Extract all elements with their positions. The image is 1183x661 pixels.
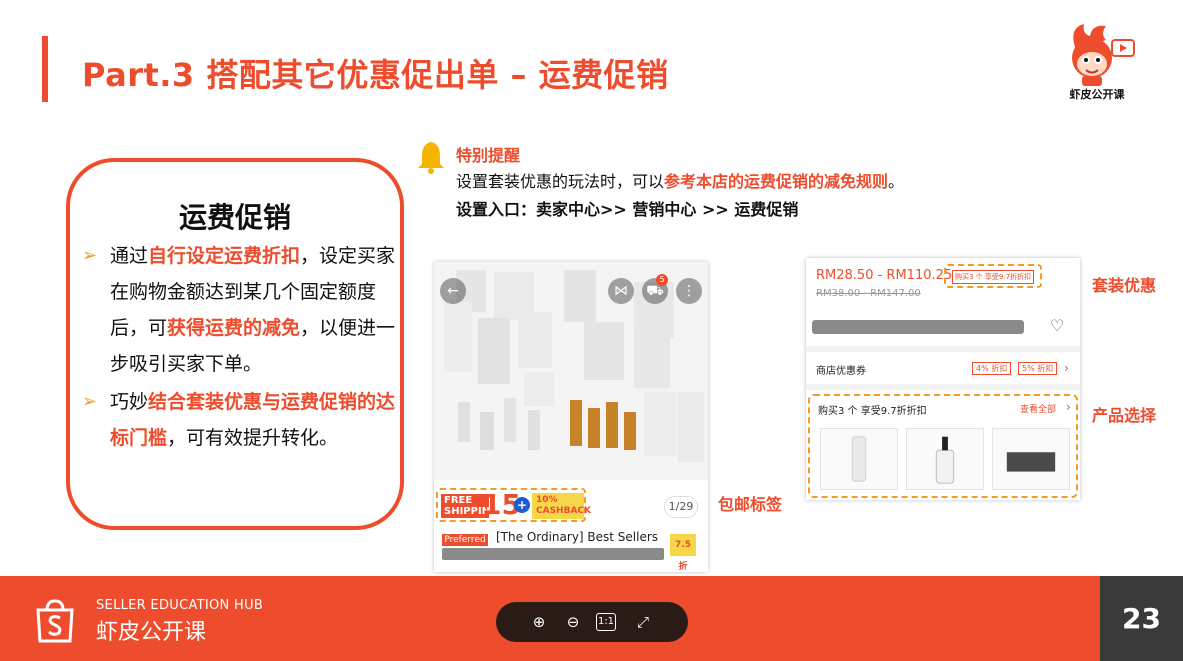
discount-tag: 7.5 折 <box>670 534 696 572</box>
viewer-toolbar: ⊕ ⊖ 1:1 ⤢ <box>496 602 688 642</box>
bundle-page-screenshot: RM28.50 - RM110.25 RM38.00 - RM147.00 购买… <box>806 258 1080 500</box>
bundle-discount-tag: 购买3 个 享受9.7折折扣 <box>952 270 1035 284</box>
bundle-description: 购买3 个 享受9.7折折扣 <box>818 406 927 417</box>
notice-text-part: 设置套装优惠的玩法时，可以 <box>456 172 665 191</box>
page-number: 23 <box>1100 576 1183 661</box>
bullet-highlight: 获得运费的减免 <box>167 317 301 339</box>
price-range: RM28.50 - RM110.25 <box>816 268 953 283</box>
bullet-item: ➢ 通过自行设定运费折扣，设定买家在购物金额达到某几个固定额度后，可获得运费的减… <box>82 238 400 382</box>
title-accent-bar <box>42 36 48 102</box>
share-icon[interactable]: ⋈ <box>608 278 634 304</box>
bullet-text: 通过 <box>110 245 149 267</box>
bullet-text: 巧妙 <box>110 391 149 413</box>
shop-voucher-label: 商店优惠券 <box>816 366 866 377</box>
fullscreen-icon[interactable]: ⤢ <box>632 611 654 633</box>
shopee-bag-icon <box>36 599 74 643</box>
see-all-link[interactable]: 查看全部 <box>1020 402 1056 415</box>
preferred-badge: Preferred <box>442 534 488 546</box>
divider <box>806 346 1080 352</box>
bundle-tag-highlight: 购买3 个 享受9.7折折扣 <box>944 264 1042 288</box>
bullet-item: ➢ 巧妙结合套装优惠与运费促销的达标门槛，可有效提升转化。 <box>82 384 400 456</box>
cashback-label: 10% CASHBACK <box>532 493 591 519</box>
product-thumbnail[interactable] <box>820 428 898 490</box>
chevron-right-icon[interactable]: › <box>1066 400 1071 414</box>
actual-size-icon[interactable]: 1:1 <box>596 613 616 631</box>
bundle-product-selection: 购买3 个 享受9.7折折扣 查看全部 › <box>808 394 1078 498</box>
plus-icon: + <box>514 497 530 513</box>
shipping-promo-card: 运费促销 ➢ 通过自行设定运费折扣，设定买家在购物金额达到某几个固定额度后，可获… <box>66 158 404 530</box>
image-page-indicator: 1/29 <box>664 496 698 518</box>
notice-text: 设置套装优惠的玩法时，可以参考本店的运费促销的减免规则。 <box>456 168 904 192</box>
seller-hub-english: SELLER EDUCATION HUB <box>96 598 264 613</box>
voucher-tag[interactable]: 5% 折扣 <box>1018 362 1058 375</box>
bell-icon <box>418 142 444 174</box>
free-shipping-badge: FREE SHIPPING 15 + 10% CASHBACK <box>436 488 591 522</box>
redacted-bar <box>812 320 1024 334</box>
brand-label: 虾皮公开课 <box>1069 88 1125 101</box>
heart-icon[interactable]: ♡ <box>1050 316 1064 335</box>
cart-count-badge: 5 <box>656 274 668 286</box>
product-page-screenshot: ← ⋈ ⛟ 5 ⋮ FREE SHIPPING 15 + 10% CASHBAC… <box>434 262 708 572</box>
arrow-bullet-icon: ➢ <box>82 391 98 412</box>
bullet-text: ，可有效提升转化。 <box>167 427 339 449</box>
redacted-bar <box>442 548 664 560</box>
notice-title: 特别提醒 <box>456 146 521 165</box>
product-thumbnail[interactable] <box>906 428 984 490</box>
chevron-right-icon[interactable]: › <box>1064 361 1069 375</box>
more-menu-icon[interactable]: ⋮ <box>676 278 702 304</box>
product-name: [The Ordinary] Best Sellers <box>496 530 659 544</box>
card-title: 运费促销 <box>178 201 291 234</box>
label-bundle-deal: 套装优惠 <box>1092 276 1157 295</box>
divider <box>806 384 1080 390</box>
back-arrow-icon[interactable]: ← <box>440 278 466 304</box>
voucher-tag[interactable]: 4% 折扣 <box>972 362 1012 375</box>
bullet-highlight: 自行设定运费折扣 <box>148 245 301 267</box>
zoom-in-icon[interactable]: ⊕ <box>528 611 550 633</box>
label-free-shipping-tag: 包邮标签 <box>718 495 783 514</box>
label-product-selection: 产品选择 <box>1092 406 1157 425</box>
card-body: ➢ 通过自行设定运费折扣，设定买家在购物金额达到某几个固定额度后，可获得运费的减… <box>82 238 400 458</box>
seller-hub-chinese: 虾皮公开课 <box>96 620 207 645</box>
notice-entry-path: 设置入口：卖家中心>> 营销中心 >> 运费促销 <box>456 200 799 219</box>
notice-highlight: 参考本店的运费促销的减免规则 <box>664 172 889 191</box>
slide-title: Part.3 搭配其它优惠促出单 – 运费促销 <box>82 56 669 94</box>
arrow-bullet-icon: ➢ <box>82 245 98 266</box>
product-thumbnail[interactable] <box>992 428 1070 490</box>
notice-text-part: 。 <box>888 172 905 191</box>
original-price-range: RM38.00 - RM147.00 <box>816 288 921 299</box>
zoom-out-icon[interactable]: ⊖ <box>562 611 584 633</box>
